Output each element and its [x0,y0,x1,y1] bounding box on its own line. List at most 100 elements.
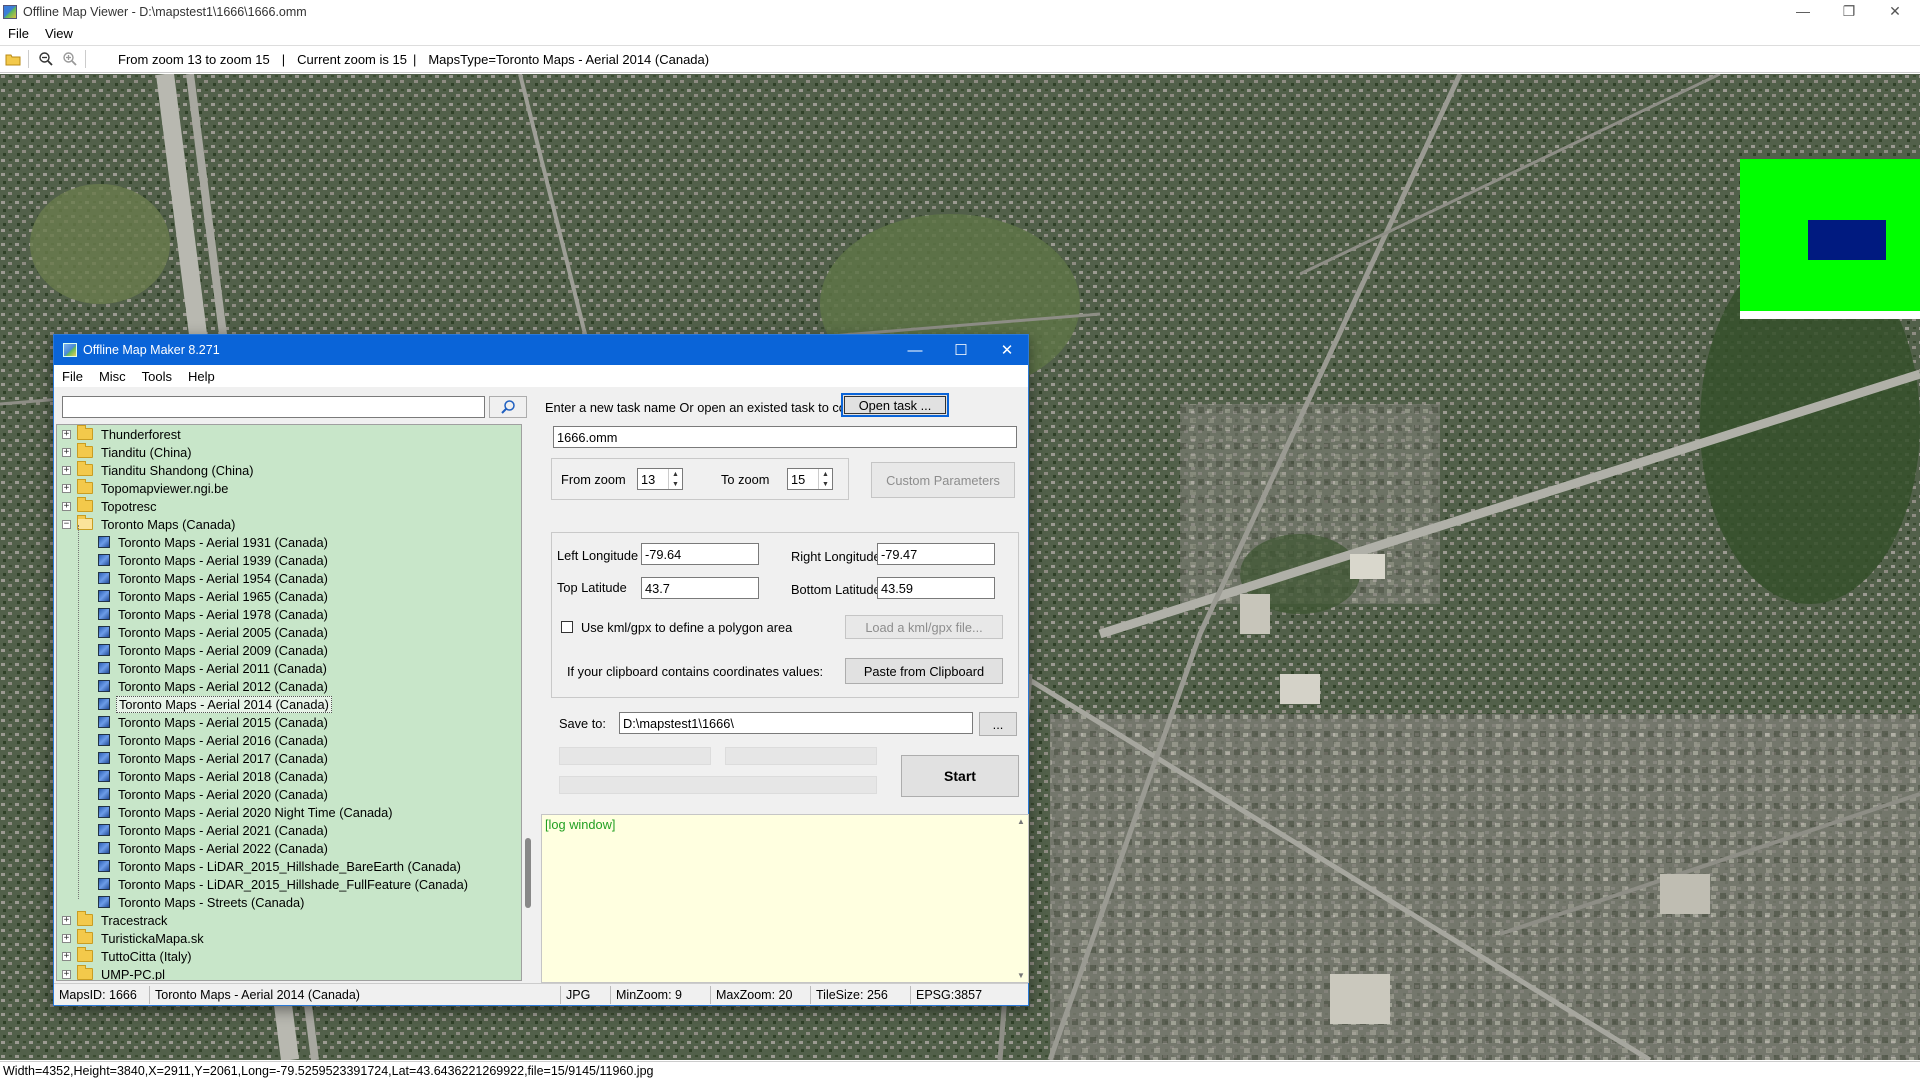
zoom-in-icon [63,52,77,66]
expand-icon[interactable]: + [62,933,71,943]
map-maker-app-icon [63,343,77,357]
tree-folder-item[interactable]: + Tianditu (China) [62,443,194,461]
scrollbar-thumb[interactable] [525,838,531,908]
expand-icon[interactable]: + [62,969,71,979]
task-name-input[interactable]: 1666.omm [553,426,1017,448]
load-kml-button[interactable]: Load a kml/gpx file... [845,615,1003,639]
tree-item-label: TuttoCitta (Italy) [101,948,192,964]
dialog-minimize-button[interactable]: — [892,335,938,365]
from-zoom-label: From zoom [561,472,626,487]
tree-map-item[interactable]: Toronto Maps - Aerial 1978 (Canada) [98,605,330,623]
tree-folder-item[interactable]: − Toronto Maps (Canada) [62,515,237,533]
dialog-menu-file[interactable]: File [54,369,91,384]
paste-from-clipboard-button[interactable]: Paste from Clipboard [845,658,1003,684]
overview-minimap[interactable] [1740,159,1920,319]
expand-icon[interactable]: + [62,501,71,511]
window-titlebar: Offline Map Viewer - D:\mapstest1\1666\1… [0,0,1920,24]
spin-up-icon[interactable]: ▲ [669,469,682,479]
spin-down-icon[interactable]: ▼ [669,479,682,489]
tree-map-item[interactable]: Toronto Maps - Aerial 2020 Night Time (C… [98,803,395,821]
expand-icon[interactable]: + [62,915,71,925]
tree-map-item[interactable]: Toronto Maps - Aerial 2014 (Canada) [98,695,332,713]
maps-tree[interactable]: + Thunderforest + Tianditu (China) + Tianditu… [56,424,522,981]
tree-folder-item[interactable]: + UMP-PC.pl [62,965,167,980]
tree-map-item[interactable]: Toronto Maps - Aerial 2017 (Canada) [98,749,330,767]
minimize-button[interactable]: — [1780,0,1826,22]
bottom-latitude-input[interactable]: 43.59 [877,577,995,599]
tree-folder-item[interactable]: + TuttoCitta (Italy) [62,947,194,965]
zoom-in-button[interactable] [59,48,81,70]
tree-connector-line [78,525,79,899]
tree-map-item[interactable]: Toronto Maps - LiDAR_2015_Hillshade_Bare… [98,857,463,875]
close-button[interactable]: ✕ [1872,0,1918,22]
log-scrollbar[interactable]: ▲ ▼ [1014,815,1028,982]
tree-map-item[interactable]: Toronto Maps - Aerial 2005 (Canada) [98,623,330,641]
tree-scrollbar[interactable] [522,424,536,981]
map-layer-icon [98,680,110,692]
tree-item-label: Toronto Maps - Aerial 2009 (Canada) [118,642,328,658]
tree-map-item[interactable]: Toronto Maps - Aerial 2011 (Canada) [98,659,329,677]
to-zoom-spinner[interactable]: 15 ▲ ▼ [787,468,833,490]
open-folder-icon [5,54,21,66]
dialog-close-button[interactable]: ✕ [984,335,1030,365]
custom-parameters-button[interactable]: Custom Parameters [871,462,1015,498]
tree-map-item[interactable]: Toronto Maps - Aerial 2012 (Canada) [98,677,330,695]
tree-map-item[interactable]: Toronto Maps - Aerial 1939 (Canada) [98,551,330,569]
open-folder-button[interactable] [2,48,24,70]
start-button[interactable]: Start [901,755,1019,797]
tree-folder-item[interactable]: + Topomapviewer.ngi.be [62,479,230,497]
folder-icon [77,497,93,512]
expand-icon[interactable]: + [62,429,71,439]
from-zoom-spinner[interactable]: 13 ▲ ▼ [637,468,683,490]
tree-map-item[interactable]: Toronto Maps - Aerial 2015 (Canada) [98,713,330,731]
right-longitude-input[interactable]: -79.47 [877,543,995,565]
browse-folder-button[interactable]: ... [979,712,1017,736]
map-search-input[interactable] [62,396,485,418]
spin-down-icon[interactable]: ▼ [819,479,832,489]
expand-icon[interactable]: + [62,447,71,457]
tree-folder-item[interactable]: + TuristickaMapa.sk [62,929,206,947]
tree-folder-item[interactable]: + Topotresc [62,497,158,515]
use-kml-label[interactable]: Use kml/gpx to define a polygon area [581,620,792,635]
dialog-menu-tools[interactable]: Tools [134,369,180,384]
tree-map-item[interactable]: Toronto Maps - Streets (Canada) [98,893,306,911]
dialog-menu-help[interactable]: Help [180,369,223,384]
tree-map-item[interactable]: Toronto Maps - Aerial 2018 (Canada) [98,767,330,785]
tree-map-item[interactable]: Toronto Maps - Aerial 2020 (Canada) [98,785,330,803]
scroll-down-icon[interactable]: ▼ [1017,971,1025,980]
tree-folder-item[interactable]: + Tracestrack [62,911,169,929]
spin-up-icon[interactable]: ▲ [819,469,832,479]
progress-bar [725,747,877,765]
tree-map-item[interactable]: Toronto Maps - Aerial 2016 (Canada) [98,731,330,749]
tree-map-item[interactable]: Toronto Maps - Aerial 2009 (Canada) [98,641,330,659]
left-longitude-input[interactable]: -79.64 [641,543,759,565]
menu-file[interactable]: File [0,26,37,41]
expand-icon[interactable]: + [62,951,71,961]
save-to-input[interactable]: D:\mapstest1\1666\ [619,712,973,734]
tree-map-item[interactable]: Toronto Maps - Aerial 2021 (Canada) [98,821,330,839]
top-latitude-input[interactable]: 43.7 [641,577,759,599]
collapse-icon[interactable]: − [62,519,71,529]
tree-folder-item[interactable]: + Thunderforest [62,425,183,443]
tree-map-item[interactable]: Toronto Maps - Aerial 2022 (Canada) [98,839,330,857]
zoom-out-button[interactable] [35,48,57,70]
open-task-button[interactable]: Open task ... [841,393,949,417]
use-kml-checkbox[interactable] [561,621,573,633]
tree-map-item[interactable]: Toronto Maps - Aerial 1965 (Canada) [98,587,330,605]
dialog-maximize-button[interactable]: ☐ [938,335,984,365]
tree-map-item[interactable]: Toronto Maps - Aerial 1954 (Canada) [98,569,330,587]
log-window[interactable]: [log window] ▲ ▼ [541,814,1029,983]
tree-map-item[interactable]: Toronto Maps - LiDAR_2015_Hillshade_Full… [98,875,470,893]
tree-item-label: Toronto Maps - Streets (Canada) [118,894,305,910]
menu-view[interactable]: View [37,26,81,41]
dialog-menubar: File Misc Tools Help [54,365,1028,387]
overview-viewport-indicator[interactable] [1808,220,1886,260]
expand-icon[interactable]: + [62,465,71,475]
scroll-up-icon[interactable]: ▲ [1017,817,1025,826]
tree-map-item[interactable]: Toronto Maps - Aerial 1931 (Canada) [98,533,330,551]
tree-folder-item[interactable]: + Tianditu Shandong (China) [62,461,255,479]
expand-icon[interactable]: + [62,483,71,493]
dialog-menu-misc[interactable]: Misc [91,369,134,384]
restore-button[interactable]: ❐ [1826,0,1872,22]
search-button[interactable] [489,396,527,418]
